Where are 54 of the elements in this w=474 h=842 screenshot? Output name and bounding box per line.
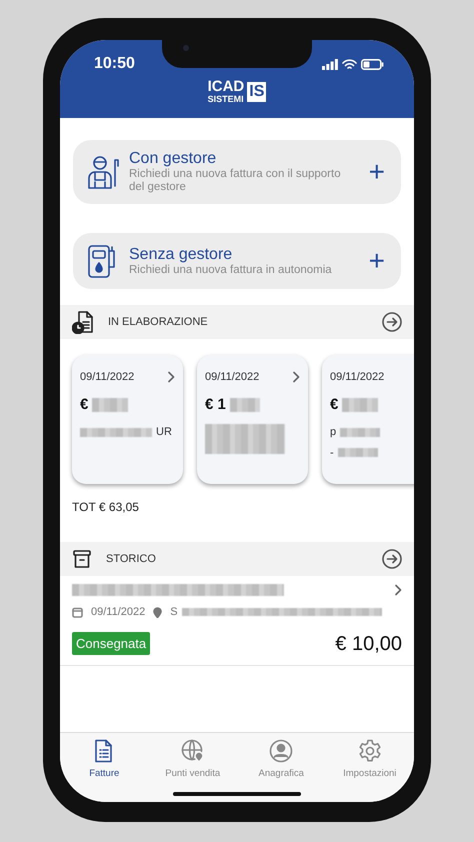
history-date: 09/11/2022	[91, 605, 146, 620]
action-subtitle: Richiedi una nuova fattura in autonomia	[129, 264, 333, 276]
signal-icon	[322, 58, 338, 70]
invoice-card[interactable]: 09/11/2022 € 1	[197, 355, 308, 484]
calendar-icon	[72, 606, 83, 618]
action-title: Senza gestore	[129, 246, 234, 264]
invoice-card[interactable]: 09/11/2022 € p -	[322, 355, 414, 484]
invoice-card[interactable]: 09/11/2022 € UR	[72, 355, 183, 484]
person-circle-icon	[269, 739, 294, 763]
status-tag: Consegnata	[72, 632, 150, 656]
blurred-text	[338, 448, 378, 458]
card-date: 09/11/2022	[330, 370, 384, 385]
blurred-text	[342, 398, 378, 412]
card-amount: € 1	[205, 394, 226, 414]
card-date: 09/11/2022	[205, 370, 260, 385]
blurred-text	[340, 428, 380, 437]
location-pin-icon	[153, 606, 162, 618]
section-title: STORICO	[106, 552, 157, 567]
status-time: 10:50	[94, 54, 135, 74]
section-title: IN ELABORAZIONE	[108, 314, 209, 330]
arrow-circle-icon[interactable]	[382, 312, 402, 332]
arrow-circle-icon[interactable]	[382, 549, 402, 569]
logo-mark: IS	[247, 82, 266, 102]
wifi-icon	[342, 58, 357, 70]
card-date: 09/11/2022	[80, 370, 134, 385]
blurred-text	[92, 398, 128, 412]
history-item[interactable]: 09/11/2022 S Consegnata € 10,00	[60, 576, 414, 666]
history-place: S	[170, 605, 178, 620]
card-amount: €	[330, 394, 338, 414]
action-title: Con gestore	[129, 150, 218, 168]
camera-icon	[182, 44, 190, 52]
attendant-icon	[85, 154, 121, 190]
battery-icon	[361, 58, 384, 70]
chevron-icon	[394, 584, 402, 596]
add-button[interactable]: +	[364, 158, 389, 186]
card-text: p	[330, 425, 336, 440]
document-clock-icon	[72, 310, 94, 334]
total-amount: TOT € 63,05	[71, 499, 140, 516]
action-subtitle: Richiedi una nuova fattura con il supporto del gestore	[129, 168, 342, 194]
archive-box-icon	[72, 549, 92, 569]
card-text: -	[330, 446, 334, 460]
card-text: UR	[156, 425, 172, 440]
blurred-text	[230, 398, 260, 412]
logo-text: SISTEMI	[208, 94, 244, 104]
action-card[interactable]: Con gestore Richiedi una nuova fattura con il supporto del gestore +	[73, 140, 401, 204]
blurred-text	[80, 428, 152, 437]
action-card[interactable]: Senza gestore Richiedi una nuova fattura in autonomia +	[73, 233, 401, 289]
globe-pin-icon	[180, 739, 205, 763]
history-amount: € 10,00	[335, 632, 402, 656]
logo-text: ICAD	[208, 80, 244, 94]
settings-icon	[358, 739, 382, 763]
add-button[interactable]: +	[364, 247, 389, 275]
card-amount: €	[80, 394, 88, 414]
tab[interactable]: Fatture	[60, 739, 148, 783]
